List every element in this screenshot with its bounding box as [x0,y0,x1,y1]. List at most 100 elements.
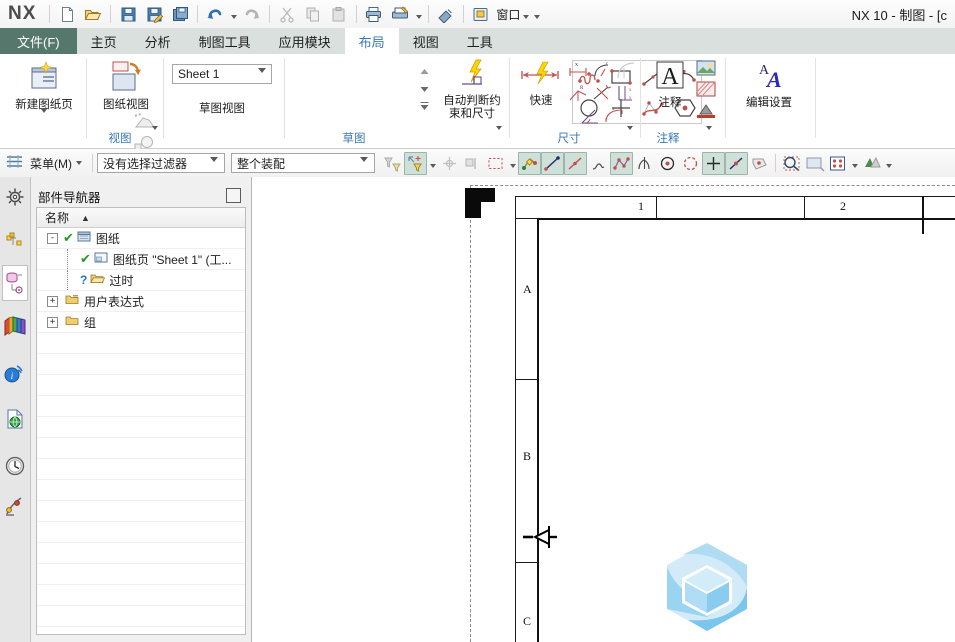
arc-center-snap-icon[interactable] [587,152,610,175]
window-menu-label[interactable]: 窗口 [494,6,520,23]
history-icon[interactable] [2,452,28,480]
radial-dim-icon[interactable]: c [591,60,613,83]
new-sheet-button[interactable]: 新建图纸页 [8,60,80,127]
tree-node-outdated[interactable]: ? 过时 [37,270,245,291]
image-icon[interactable] [696,60,716,79]
feature-point-icon[interactable] [461,152,484,175]
zoom-window-icon[interactable] [780,152,803,175]
render-style-dropdown-caret[interactable] [883,151,894,175]
refresh-view-icon[interactable] [803,152,826,175]
quadrant-snap-icon[interactable] [610,151,633,175]
point-on-curve-snap-icon[interactable] [679,152,702,175]
rapid-dimension-button[interactable]: 快速 [513,60,569,108]
tab-drafting-tools[interactable]: 制图工具 [185,28,265,54]
part-navigator-icon[interactable] [2,265,28,301]
palette-up-arrow-icon[interactable] [420,64,429,78]
end-point-snap-icon[interactable] [518,151,541,175]
grid-icon[interactable] [826,152,849,175]
tab-analysis[interactable]: 分析 [131,28,185,54]
process-studio-icon[interactable] [2,492,28,520]
surface-finish-icon[interactable] [696,102,716,123]
tree-column-header[interactable]: 名称 ▲ [37,208,245,228]
render-style-icon[interactable] [860,152,883,175]
plot-icon[interactable] [387,1,413,27]
chamfer-dim-icon[interactable] [615,60,637,83]
wcs-point-icon[interactable] [438,152,461,175]
rect-select-icon[interactable] [484,152,507,175]
base-view-button[interactable]: 图纸视图 [90,60,162,112]
snap-point-dropdown-caret[interactable] [427,151,438,175]
redo-icon[interactable] [239,1,265,27]
existing-point-snap-icon[interactable] [656,152,679,175]
window-dropdown-caret[interactable] [520,2,531,26]
new-sheet-dropdown-caret[interactable] [41,109,47,127]
control-point-snap-icon[interactable] [541,151,564,175]
arc-length-dim-icon[interactable]: x [603,106,625,129]
new-icon[interactable] [54,1,80,27]
undo-icon[interactable] [202,1,228,27]
web-browser-icon[interactable] [2,405,28,433]
tangent-snap-icon[interactable] [633,152,656,175]
angular-dim-icon2[interactable]: R [567,83,589,106]
window-icon[interactable] [468,1,494,27]
perpendicular-dim-icon[interactable] [591,83,613,106]
panel-pin-button[interactable] [226,188,241,203]
drawing-canvas[interactable]: 1 2 A B C [252,177,955,642]
reuse-library-icon[interactable] [2,312,28,340]
tree-node-expressions[interactable]: + 用户表达式 [37,291,245,312]
view-group-dialog-launcher[interactable] [152,126,158,144]
save-as-icon[interactable] [141,1,167,27]
midpoint-snap-icon[interactable] [725,151,748,175]
tab-layout[interactable]: 布局 [344,28,399,54]
tree-node-drawing[interactable]: - ✔ 图纸 [37,228,245,249]
sheet-icon [94,251,109,267]
circle-center-snap-icon[interactable] [702,151,725,175]
assembly-navigator-icon[interactable] [2,183,28,211]
sketch-group-dialog-launcher[interactable] [496,126,502,144]
intersection-snap-icon[interactable] [564,151,587,175]
eraser-icon[interactable] [433,1,459,27]
dimension-group-dialog-launcher[interactable] [627,126,633,144]
linear-dim-icon[interactable]: x [567,60,589,83]
undo-dropdown-caret[interactable] [228,2,239,26]
tree-expand-toggle[interactable]: + [47,295,58,307]
ordinate-dim-icon[interactable]: xx [615,83,637,106]
hatch-icon[interactable] [693,81,716,100]
save-icon[interactable] [115,1,141,27]
constraint-navigator-icon[interactable] [2,227,28,255]
tree-node-groups[interactable]: + 组 [37,312,245,333]
tab-tools[interactable]: 工具 [453,28,507,54]
snap-point-icon[interactable] [404,151,427,175]
sheet-select[interactable]: Sheet 1 [172,64,272,87]
hd3d-tools-icon[interactable]: i [2,360,28,388]
palette-more-icon[interactable] [420,100,429,114]
point-on-face-snap-icon[interactable] [748,152,771,175]
nx-application-window: NX 窗口 NX 10 - 制图 - [c 文件(F) 主页 分析 制图工具 应… [0,0,955,642]
tree-expand-toggle[interactable]: + [47,316,58,328]
menu-icon[interactable] [5,153,24,173]
angular-dim-icon[interactable] [579,106,601,129]
selection-filter-combo[interactable]: 没有选择过滤器 [97,153,225,176]
tree-collapse-toggle[interactable]: - [47,232,58,244]
rect-select-dropdown-caret[interactable] [507,151,518,175]
auto-constraint-button[interactable]: 自动判断约 束和尺寸 [436,58,508,121]
note-button[interactable]: A 注释 [646,60,694,110]
print-icon[interactable] [361,1,387,27]
grid-dropdown-caret[interactable] [849,151,860,175]
palette-down-arrow-icon[interactable] [420,82,429,96]
tab-file[interactable]: 文件(F) [0,28,77,54]
open-icon[interactable] [80,1,106,27]
annotation-group-dialog-launcher[interactable] [706,126,712,144]
save-all-icon[interactable] [167,1,193,27]
menu-button[interactable]: 菜单(M) [24,152,88,174]
customize-toolbar-caret[interactable] [531,2,542,26]
plot-dropdown-caret[interactable] [413,2,424,26]
tab-applications[interactable]: 应用模块 [265,28,345,54]
tree-node-sheet[interactable]: ✔ 图纸页 "Sheet 1" (工... [37,249,245,270]
snap-filter-icon[interactable] [381,152,404,175]
edit-settings-button[interactable]: A A 编辑设置 [733,60,805,110]
part-navigator-tree[interactable]: 名称 ▲ - ✔ 图纸 ✔ 图纸页 "Sheet 1" (工... ? 过时 +… [36,207,246,635]
selection-scope-combo[interactable]: 整个装配 [231,153,375,176]
tab-home[interactable]: 主页 [77,28,131,54]
tab-view[interactable]: 视图 [399,28,453,54]
